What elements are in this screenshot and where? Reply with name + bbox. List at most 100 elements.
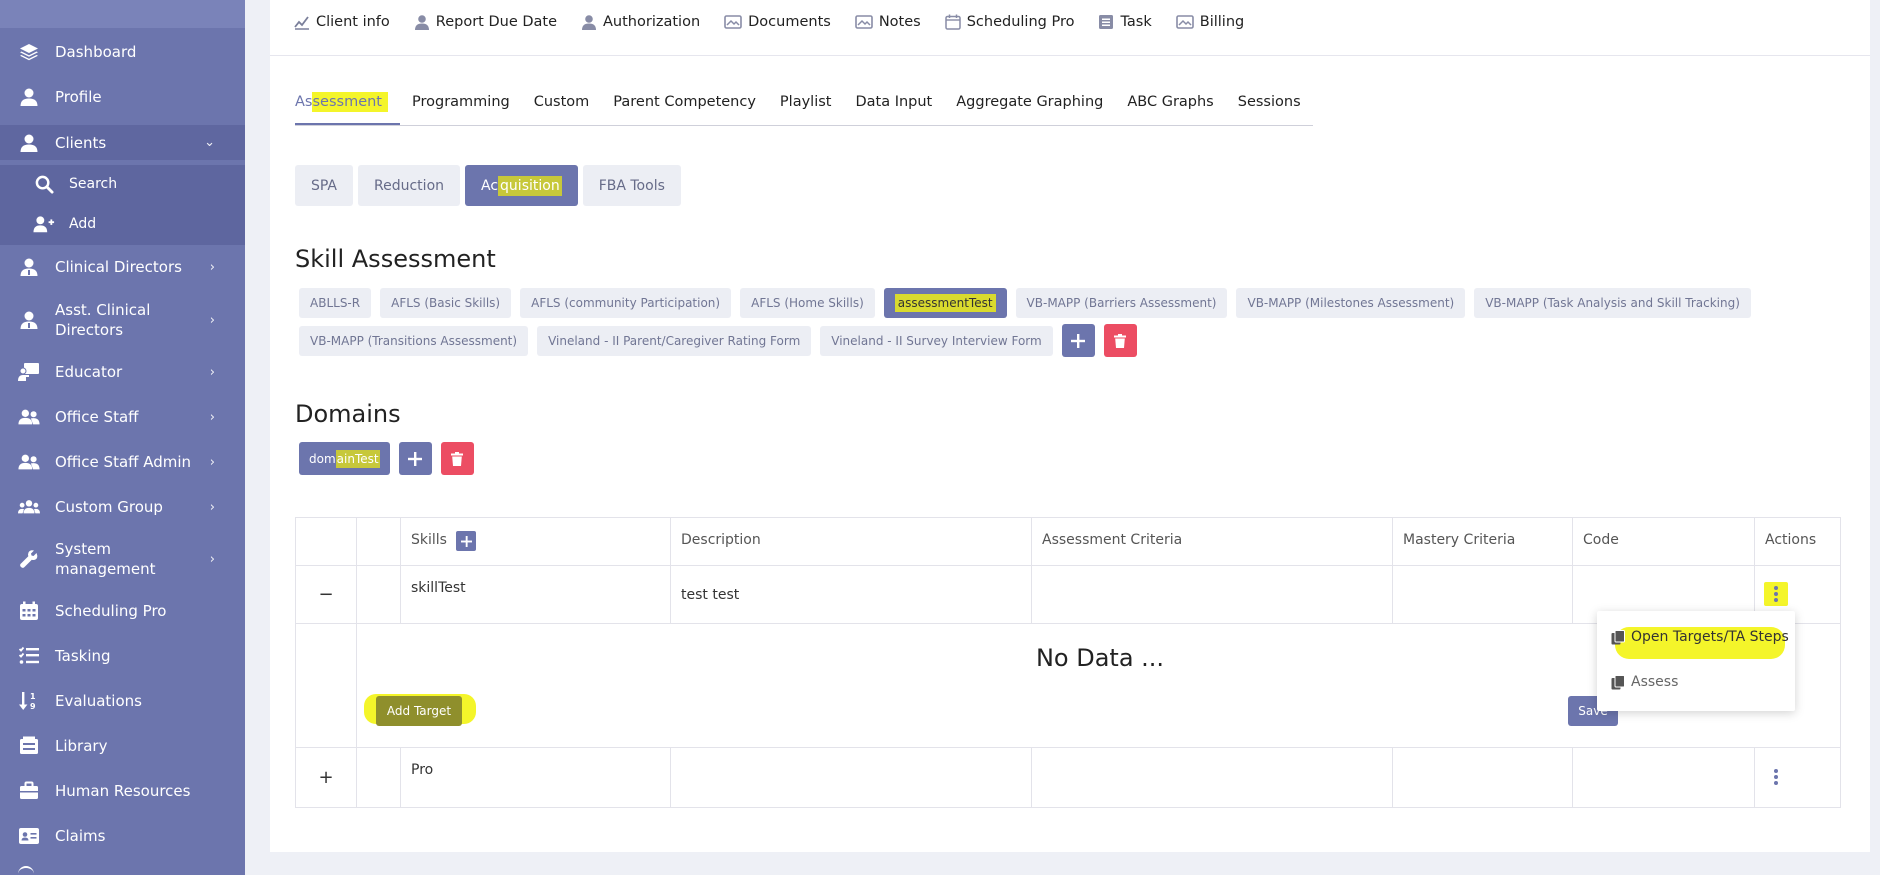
sidebar-item-profile[interactable]: Profile (0, 82, 245, 112)
header-mastery-criteria: Mastery Criteria (1392, 518, 1572, 565)
menu-item-assess[interactable]: Assess (1611, 674, 1678, 690)
wrench-icon (18, 548, 40, 570)
sidebar-item-label: Dashboard (55, 43, 137, 61)
header-skills: Skills (400, 518, 670, 565)
chevron-right-icon: › (209, 454, 215, 470)
mastery-criteria-cell (1392, 748, 1572, 807)
calendar-icon (944, 14, 961, 30)
topnav-label: Scheduling Pro (966, 14, 1075, 30)
tab-assessment[interactable]: Assessment (295, 92, 400, 125)
assessment-chip[interactable]: AFLS (Home Skills) (740, 288, 875, 318)
assessment-chip[interactable]: VB-MAPP (Barriers Assessment) (1015, 288, 1228, 318)
topnav-documents[interactable]: Documents (724, 14, 831, 30)
topnav-client-info[interactable]: Client info (294, 14, 390, 30)
domain-chip-active[interactable]: dom ainTest (299, 442, 390, 475)
assessment-chip[interactable]: Vineland - II Parent/Caregiver Rating Fo… (537, 325, 812, 356)
tab-abc-graphs[interactable]: ABC Graphs (1115, 92, 1225, 125)
assessment-chip[interactable]: ABLLS-R (299, 288, 372, 318)
add-target-button[interactable]: Add Target (376, 696, 462, 726)
sidebar-item-claims[interactable]: Claims (0, 821, 245, 851)
tab-playlist[interactable]: Playlist (768, 92, 844, 125)
sidebar-item-human-resources[interactable]: Human Resources (0, 776, 245, 806)
subtab-reduction[interactable]: Reduction (358, 165, 461, 206)
sidebar-item-educator[interactable]: Educator › (0, 357, 245, 387)
sidebar-item-system-management[interactable]: System management › (0, 537, 245, 581)
row-collapse-toggle[interactable]: − (296, 566, 356, 623)
add-domain-button[interactable] (398, 442, 432, 475)
sidebar-item-office-staff[interactable]: Office Staff › (0, 402, 245, 432)
sidebar-item-label: management (55, 560, 156, 578)
assessment-chip-label: assessmentTest (894, 294, 996, 312)
sidebar-item-label: Scheduling Pro (55, 602, 167, 620)
section-tabs: Assessment Programming Custom Parent Com… (295, 92, 1313, 126)
user-icon (582, 15, 597, 30)
assessment-chip[interactable]: AFLS (community Participation) (520, 288, 732, 318)
tab-sessions[interactable]: Sessions (1226, 92, 1313, 125)
assessment-chip[interactable]: VB-MAPP (Milestones Assessment) (1236, 288, 1466, 318)
header-actions: Actions (1754, 518, 1842, 565)
sidebar-item-dashboard[interactable]: Dashboard (0, 37, 245, 67)
sidebar-item-label: Asst. Clinical (55, 301, 151, 319)
assessment-chip[interactable]: VB-MAPP (Transitions Assessment) (299, 325, 529, 356)
sidebar-item-scheduling-pro[interactable]: Scheduling Pro (0, 596, 245, 626)
trash-icon (1114, 333, 1127, 348)
tab-programming[interactable]: Programming (400, 92, 522, 125)
topnav-billing[interactable]: Billing (1175, 14, 1244, 30)
sidebar-item-office-staff-admin[interactable]: Office Staff Admin › (0, 447, 245, 477)
users-icon (18, 451, 40, 473)
delete-assessment-button[interactable] (1103, 324, 1137, 357)
user-icon (414, 15, 429, 30)
assessment-chip[interactable]: VB-MAPP (Task Analysis and Skill Trackin… (1474, 288, 1751, 318)
topnav-label: Authorization (603, 14, 701, 30)
assessment-chip-active[interactable]: assessmentTest (883, 288, 1007, 318)
row-expand-toggle[interactable]: + (296, 748, 356, 807)
mastery-criteria-cell (1392, 566, 1572, 623)
topnav-notes[interactable]: Notes (855, 14, 921, 30)
topnav-label: Report Due Date (435, 14, 558, 30)
subtabs: SPA Reduction Ac quisition FBA Tools (295, 165, 681, 206)
sidebar-item-asst-clinical-directors[interactable]: Asst. Clinical Directors › (0, 298, 245, 342)
tab-parent-competency[interactable]: Parent Competency (601, 92, 768, 125)
tab-data-input[interactable]: Data Input (843, 92, 944, 125)
skill-assessment-title: Skill Assessment (295, 245, 496, 273)
sidebar-item-search[interactable]: Search (0, 165, 245, 203)
subtab-spa[interactable]: SPA (295, 165, 354, 206)
more-vertical-icon[interactable] (1764, 582, 1788, 606)
add-assessment-button[interactable] (1061, 324, 1095, 357)
sidebar-item-label: Add (69, 216, 97, 232)
header-code: Code (1572, 518, 1754, 565)
sidebar-item-evaluations[interactable]: 19 Evaluations (0, 686, 245, 716)
chevron-right-icon: › (209, 259, 215, 275)
sidebar-item-add[interactable]: Add (0, 203, 245, 245)
sidebar-item-custom-group[interactable]: Custom Group › (0, 492, 245, 522)
header-label: Assessment Criteria (1042, 532, 1183, 548)
table-row: + Pro (296, 748, 1840, 807)
chart-line-icon (294, 16, 309, 30)
subtab-fba-tools[interactable]: FBA Tools (582, 165, 681, 206)
sidebar-item-library[interactable]: Library (0, 731, 245, 761)
topnav-task[interactable]: Task (1098, 14, 1152, 30)
actions-cell (1754, 748, 1842, 807)
topnav-authorization[interactable]: Authorization (581, 14, 700, 30)
tab-aggregate-graphing[interactable]: Aggregate Graphing (944, 92, 1115, 125)
skill-cell: skillTest (400, 566, 670, 623)
delete-domain-button[interactable] (440, 442, 474, 475)
main-card: Client info Report Due Date Authorizatio… (270, 0, 1870, 852)
plus-icon (460, 535, 472, 547)
topnav-report-due-date[interactable]: Report Due Date (414, 14, 557, 30)
more-vertical-icon[interactable] (1764, 765, 1788, 789)
add-skill-button[interactable] (456, 531, 476, 551)
skill-cell: Pro (400, 748, 670, 807)
assessment-chip[interactable]: Vineland - II Survey Interview Form (820, 325, 1053, 356)
sidebar-item-tasking[interactable]: Tasking (0, 641, 245, 671)
menu-item-open-targets[interactable]: Open Targets/TA Steps (1611, 629, 1789, 645)
sidebar-item-label: Clinical Directors (55, 258, 182, 276)
topnav-scheduling-pro[interactable]: Scheduling Pro (944, 14, 1075, 30)
subtab-acquisition[interactable]: Ac quisition (465, 165, 578, 206)
sidebar-item-clinical-directors[interactable]: Clinical Directors › (0, 252, 245, 282)
group-icon (18, 496, 40, 518)
assessment-chip[interactable]: AFLS (Basic Skills) (380, 288, 512, 318)
sidebar-item-clients[interactable]: Clients ⌄ (0, 125, 245, 160)
tab-custom[interactable]: Custom (522, 92, 602, 125)
layers-icon (18, 41, 40, 63)
